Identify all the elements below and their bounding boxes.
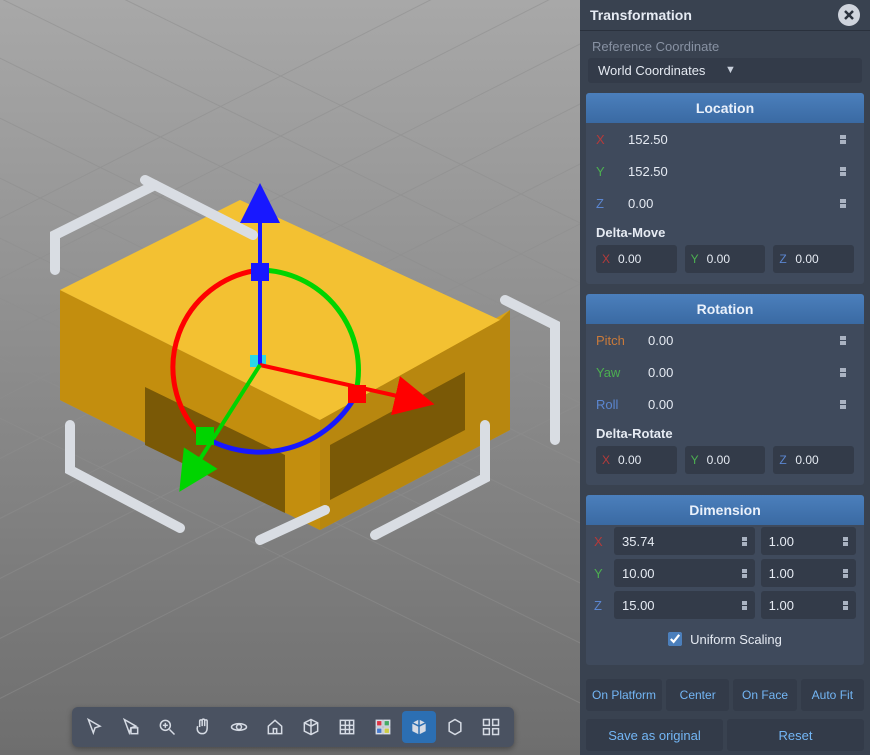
center-button[interactable]: Center (666, 679, 729, 711)
tool-orbit[interactable] (222, 711, 256, 743)
tool-cursor[interactable] (78, 711, 112, 743)
transformation-panel: Transformation Reference Coordinate Worl… (580, 0, 870, 755)
rotation-section: Rotation Pitch 0.00 Yaw 0.00 Roll 0.00 D… (586, 294, 864, 485)
save-as-original-button[interactable]: Save as original (586, 719, 723, 751)
axis-x-label: X (596, 132, 612, 147)
uniform-scaling-label: Uniform Scaling (690, 632, 782, 647)
dimension-section: Dimension X 35.74 1.00 Y 10.00 1.00 Z 15… (586, 495, 864, 665)
delta-move-y-input[interactable]: Y0.00 (685, 245, 766, 273)
tool-grid[interactable] (330, 711, 364, 743)
chevron-down-icon: ▼ (725, 64, 852, 76)
location-z-input[interactable]: 0.00 (620, 189, 854, 217)
yaw-label: Yaw (596, 365, 632, 380)
dimension-y-input[interactable]: 10.00 (614, 559, 755, 587)
dim-y-label: Y (594, 566, 608, 581)
close-button[interactable] (838, 4, 860, 26)
alignment-row: On Platform Center On Face Auto Fit (580, 675, 870, 715)
dimension-z-input[interactable]: 15.00 (614, 591, 755, 619)
location-section: Location X 152.50 Y 152.50 Z 0.00 Delta-… (586, 93, 864, 284)
scale-x-input[interactable]: 1.00 (761, 527, 856, 555)
reference-coordinate-label: Reference Coordinate (580, 31, 870, 58)
coordinate-system-value: World Coordinates (598, 63, 725, 78)
panel-title: Transformation (590, 7, 838, 23)
delta-rotate-label: Delta-Rotate (586, 420, 864, 443)
tool-pan[interactable] (186, 711, 220, 743)
location-y-input[interactable]: 152.50 (620, 157, 854, 185)
tool-box[interactable] (402, 711, 436, 743)
delta-move-x-input[interactable]: X0.00 (596, 245, 677, 273)
action-row: Save as original Reset (580, 715, 870, 755)
axis-y-label: Y (596, 164, 612, 179)
tool-arrange[interactable] (474, 711, 508, 743)
reset-button[interactable]: Reset (727, 719, 864, 751)
rotation-roll-input[interactable]: 0.00 (640, 390, 854, 418)
location-x-input[interactable]: 152.50 (620, 125, 854, 153)
dim-z-label: Z (594, 598, 608, 613)
tool-hex[interactable] (438, 711, 472, 743)
dimension-x-input[interactable]: 35.74 (614, 527, 755, 555)
scale-y-input[interactable]: 1.00 (761, 559, 856, 587)
tool-zoom[interactable] (150, 711, 184, 743)
on-face-button[interactable]: On Face (733, 679, 796, 711)
close-icon (843, 9, 855, 21)
dim-x-label: X (594, 534, 608, 549)
delta-rotate-y-input[interactable]: Y0.00 (685, 446, 766, 474)
delta-move-label: Delta-Move (586, 219, 864, 242)
pitch-label: Pitch (596, 333, 632, 348)
tool-color[interactable] (366, 711, 400, 743)
tool-home[interactable] (258, 711, 292, 743)
uniform-scaling-checkbox[interactable] (668, 632, 682, 646)
dimension-header: Dimension (586, 495, 864, 525)
axis-z-label: Z (596, 196, 612, 211)
location-header: Location (586, 93, 864, 123)
rotation-yaw-input[interactable]: 0.00 (640, 358, 854, 386)
bottom-toolbar (72, 707, 514, 747)
rotation-header: Rotation (586, 294, 864, 324)
roll-label: Roll (596, 397, 632, 412)
delta-rotate-z-input[interactable]: Z0.00 (773, 446, 854, 474)
delta-move-z-input[interactable]: Z0.00 (773, 245, 854, 273)
tool-select-rect[interactable] (114, 711, 148, 743)
on-platform-button[interactable]: On Platform (586, 679, 662, 711)
auto-fit-button[interactable]: Auto Fit (801, 679, 864, 711)
model-object[interactable] (10, 140, 570, 560)
rotation-pitch-input[interactable]: 0.00 (640, 326, 854, 354)
tool-cubeview[interactable] (294, 711, 328, 743)
scale-z-input[interactable]: 1.00 (761, 591, 856, 619)
delta-rotate-x-input[interactable]: X0.00 (596, 446, 677, 474)
coordinate-system-dropdown[interactable]: World Coordinates ▼ (588, 58, 862, 83)
